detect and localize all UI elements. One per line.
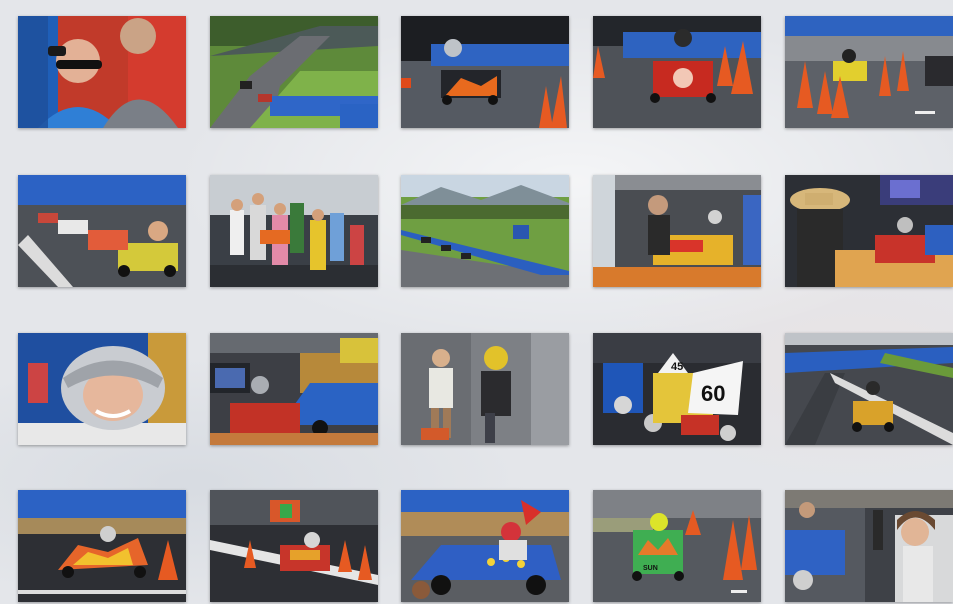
photo-landscape-track [401, 175, 569, 287]
photo-thumbnail[interactable] [401, 490, 569, 602]
photo-kid-yellow-helmet [401, 333, 569, 445]
photo-thumbnail[interactable] [785, 490, 953, 602]
photo-hat-spectator [785, 175, 953, 287]
photo-grid: 45 60 SUN [0, 0, 953, 604]
kart-text: SUN [643, 565, 658, 572]
photo-overview-track [210, 16, 378, 128]
photo-kart-flame-wide [18, 490, 186, 602]
photo-kart-yellow-cones [785, 16, 953, 128]
photo-kids-watching [785, 490, 953, 602]
photo-thumbnail[interactable]: 45 60 [593, 333, 761, 445]
photo-thumbnail[interactable] [593, 16, 761, 128]
photo-thumbnail[interactable] [210, 333, 378, 445]
photo-thumbnail[interactable] [785, 16, 953, 128]
photo-tunnel-curve [785, 333, 953, 445]
photo-thumbnail[interactable] [785, 175, 953, 287]
photo-tunnel-kart-motion [210, 490, 378, 602]
photo-number-plates: 45 60 [593, 333, 761, 445]
photo-thumbnail[interactable] [210, 16, 378, 128]
photo-thumbnail[interactable] [18, 490, 186, 602]
photo-kart-blue-stars [401, 490, 569, 602]
plate-number-45: 45 [671, 361, 683, 373]
photo-thumbnail[interactable] [593, 175, 761, 287]
photo-kart-blue-tunnel [210, 333, 378, 445]
photo-helmet-smile [18, 333, 186, 445]
plate-number-60: 60 [701, 381, 725, 406]
photo-thumbnail[interactable] [18, 16, 186, 128]
photo-thumbnail[interactable] [401, 16, 569, 128]
photo-kart-start-ramp [593, 175, 761, 287]
photo-thumbnail[interactable] [785, 333, 953, 445]
photo-kart-green-sun: SUN [593, 490, 761, 602]
photo-thumbnail[interactable] [401, 175, 569, 287]
photo-karts-lineup [18, 175, 186, 287]
photo-thumbnail[interactable] [18, 175, 186, 287]
photo-thumbnail[interactable] [401, 333, 569, 445]
photo-kart-flame [401, 16, 569, 128]
photo-spectators [18, 16, 186, 128]
photo-thumbnail[interactable]: SUN [593, 490, 761, 602]
photo-kids-crowd [210, 175, 378, 287]
photo-thumbnail[interactable] [18, 333, 186, 445]
photo-thumbnail[interactable] [210, 175, 378, 287]
photo-kart-red-sun [593, 16, 761, 128]
photo-thumbnail[interactable] [210, 490, 378, 602]
